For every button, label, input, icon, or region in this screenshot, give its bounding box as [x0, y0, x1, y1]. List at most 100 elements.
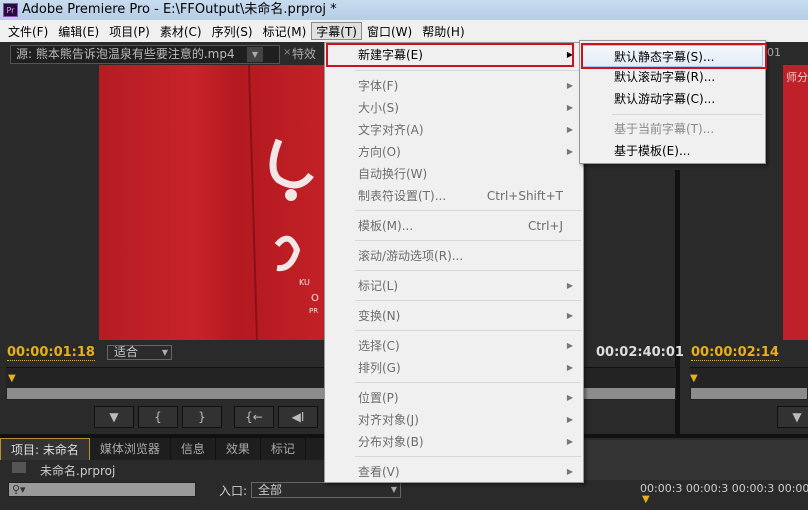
project-search-input[interactable]: ⚲▾	[8, 482, 196, 497]
in-label: 入口:	[219, 484, 248, 498]
menu-6[interactable]: 字幕(T)	[311, 22, 362, 40]
highlight-box	[581, 43, 767, 69]
menu-item[interactable]: 排列(G) ▶	[325, 357, 583, 379]
menu-1[interactable]: 编辑(E)	[53, 22, 104, 40]
playhead-icon[interactable]: ▼	[8, 373, 16, 384]
menu-item-label: 自动换行(W)	[358, 167, 428, 181]
menu-item[interactable]: 标记(L) ▶	[325, 275, 583, 297]
menu-separator	[355, 240, 581, 241]
menu-item-label: 分布对象(B)	[358, 435, 424, 449]
program-timecode[interactable]: 00:00:02:14	[691, 345, 779, 361]
submenu-item[interactable]: 基于当前字幕(T)...	[580, 118, 765, 140]
playhead-icon[interactable]: ▼	[690, 373, 698, 384]
submenu-item[interactable]: 基于模板(E)...	[580, 140, 765, 162]
menu-item[interactable]: 对齐对象(J) ▶	[325, 409, 583, 431]
chevron-right-icon: ▶	[566, 341, 573, 350]
menu-separator	[355, 300, 581, 301]
new-title-submenu: 默认静态字幕(S)... 默认滚动字幕(R)... 默认游动字幕(C)... 基于当前…	[579, 40, 767, 164]
overlay-text: 师分	[786, 71, 808, 84]
chevron-right-icon: ▶	[566, 103, 573, 112]
playhead-icon[interactable]: ▼	[642, 494, 650, 505]
menu-separator	[355, 330, 581, 331]
chevron-right-icon: ▶	[566, 125, 573, 134]
tab-2[interactable]: 信息	[171, 438, 216, 460]
source-timecode[interactable]: 00:00:01:18	[7, 345, 95, 361]
tab-1[interactable]: 媒体浏览器	[90, 438, 171, 460]
add-marker-button[interactable]: ▼	[94, 406, 134, 428]
tab-3[interactable]: 效果	[216, 438, 261, 460]
menu-item[interactable]: 变换(N) ▶	[325, 305, 583, 327]
project-file-name: 未命名.prproj	[40, 464, 116, 478]
project-panel-tabs: 项目: 未命名 媒体浏览器 信息 效果 标记	[0, 438, 330, 460]
menu-item-label: 字体(F)	[358, 79, 399, 93]
title-menu: 新建字幕(E) ▶ 字体(F) ▶ 大小(S) ▶ 文字对齐(A) ▶ 方向(O) ▶ 自动换行(W…	[324, 42, 584, 483]
menu-5[interactable]: 标记(M)	[258, 22, 312, 40]
chevron-right-icon: ▶	[566, 281, 573, 290]
menu-item[interactable]: 大小(S) ▶	[325, 97, 583, 119]
menu-8[interactable]: 帮助(H)	[417, 22, 469, 40]
svg-text:KU: KU	[299, 278, 310, 287]
menu-item-label: 滚动/游动选项(R)...	[358, 249, 464, 263]
menu-item-label: 方向(O)	[358, 145, 401, 159]
menu-separator	[612, 114, 762, 115]
tab-effect-controls[interactable]: 特效控	[292, 45, 326, 80]
folder-icon	[12, 462, 26, 473]
menu-item[interactable]: 文字对齐(A) ▶	[325, 119, 583, 141]
menu-item[interactable]: 字体(F) ▶	[325, 75, 583, 97]
chevron-right-icon: ▶	[566, 81, 573, 90]
menu-separator	[355, 270, 581, 271]
menu-item[interactable]: 选择(C) ▶	[325, 335, 583, 357]
search-icon: ⚲▾	[12, 483, 26, 496]
menu-item-label: 排列(G)	[358, 361, 401, 375]
menu-item[interactable]: 制表符设置(T)... Ctrl+Shift+T	[325, 185, 583, 207]
submenu-item[interactable]: 默认滚动字幕(R)...	[580, 66, 765, 88]
menu-item-label: 变换(N)	[358, 309, 401, 323]
program-tab-label[interactable]: 01	[767, 46, 781, 59]
chevron-down-icon[interactable]: ▼	[247, 47, 263, 62]
menu-item[interactable]: 模板(M)... Ctrl+J	[325, 215, 583, 237]
go-to-in-button[interactable]: {←	[234, 406, 274, 428]
menu-4[interactable]: 序列(S)	[207, 22, 258, 40]
title-bar: Adobe Premiere Pro - E:\FFOutput\未命名.prp…	[0, 0, 808, 20]
program-add-marker-button[interactable]: ▼	[777, 406, 808, 428]
menu-item-label: 模板(M)...	[358, 219, 414, 233]
in-value: 全部	[258, 483, 283, 497]
menu-item-label: 查看(V)	[358, 465, 400, 479]
tab-0[interactable]: 项目: 未命名	[0, 438, 90, 460]
fit-dropdown[interactable]: 适合 ▼	[107, 345, 172, 360]
menu-item[interactable]: 自动换行(W)	[325, 163, 583, 185]
chevron-down-icon: ▼	[390, 485, 397, 494]
source-tab[interactable]: 源: 熊本熊告诉泡温泉有些要注意的.mp4	[10, 45, 280, 64]
menu-0[interactable]: 文件(F)	[3, 22, 53, 40]
menu-3[interactable]: 素材(C)	[155, 22, 207, 40]
shortcut-label: Ctrl+J	[528, 219, 563, 233]
svg-text:O: O	[311, 293, 319, 304]
video-content: KU O PR	[248, 65, 319, 340]
source-duration: 00:02:40:01	[596, 345, 684, 360]
menu-item[interactable]: 分布对象(B) ▶	[325, 431, 583, 453]
svg-text:PR: PR	[309, 307, 318, 315]
menu-item[interactable]: 查看(V) ▶	[325, 461, 583, 483]
close-icon[interactable]: ×	[283, 47, 291, 58]
menu-item[interactable]: 滚动/游动选项(R)...	[325, 245, 583, 267]
menu-item-label: 大小(S)	[358, 101, 399, 115]
in-dropdown[interactable]: 全部 ▼	[251, 482, 401, 498]
submenu-item[interactable]: 默认游动字幕(C)...	[580, 88, 765, 110]
menu-item[interactable]: 位置(P) ▶	[325, 387, 583, 409]
mark-in-button[interactable]: {	[138, 406, 178, 428]
program-time-ruler[interactable]	[690, 367, 808, 387]
menu-item-label: 标记(L)	[358, 279, 399, 293]
menu-2[interactable]: 项目(P)	[104, 22, 155, 40]
mark-out-button[interactable]: }	[182, 406, 222, 428]
chevron-right-icon: ▶	[566, 363, 573, 372]
program-video-frame: 师分	[783, 65, 808, 340]
chevron-right-icon: ▶	[566, 415, 573, 424]
menu-7[interactable]: 窗口(W)	[362, 22, 417, 40]
program-zoom-scrollbar[interactable]	[690, 387, 808, 400]
menu-item-label: 文字对齐(A)	[358, 123, 424, 137]
fit-value: 适合	[114, 345, 139, 359]
menu-item[interactable]: 方向(O) ▶	[325, 141, 583, 163]
tab-4[interactable]: 标记	[261, 438, 306, 460]
step-back-button[interactable]: ◀I	[278, 406, 318, 428]
chevron-right-icon: ▶	[566, 467, 573, 476]
